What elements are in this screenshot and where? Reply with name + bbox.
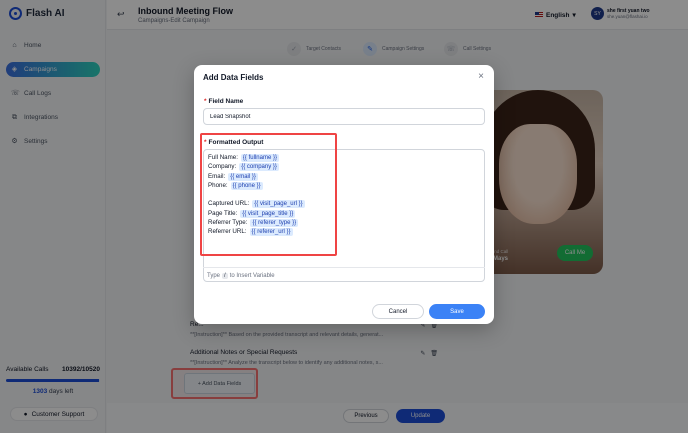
field-name-label: * Field Name (204, 98, 244, 105)
modal-title: Add Data Fields (203, 73, 264, 82)
formatted-output-highlight (200, 133, 337, 256)
slash-key: / (222, 272, 228, 279)
insert-variable-hint: Type / to Insert Variable (203, 267, 485, 283)
cancel-button[interactable]: Cancel (372, 304, 424, 319)
close-icon[interactable]: × (478, 71, 484, 82)
save-button[interactable]: Save (429, 304, 485, 319)
add-data-fields-modal: Add Data Fields × *Field Name *Formatted… (194, 65, 494, 324)
field-name-input[interactable] (203, 108, 485, 125)
